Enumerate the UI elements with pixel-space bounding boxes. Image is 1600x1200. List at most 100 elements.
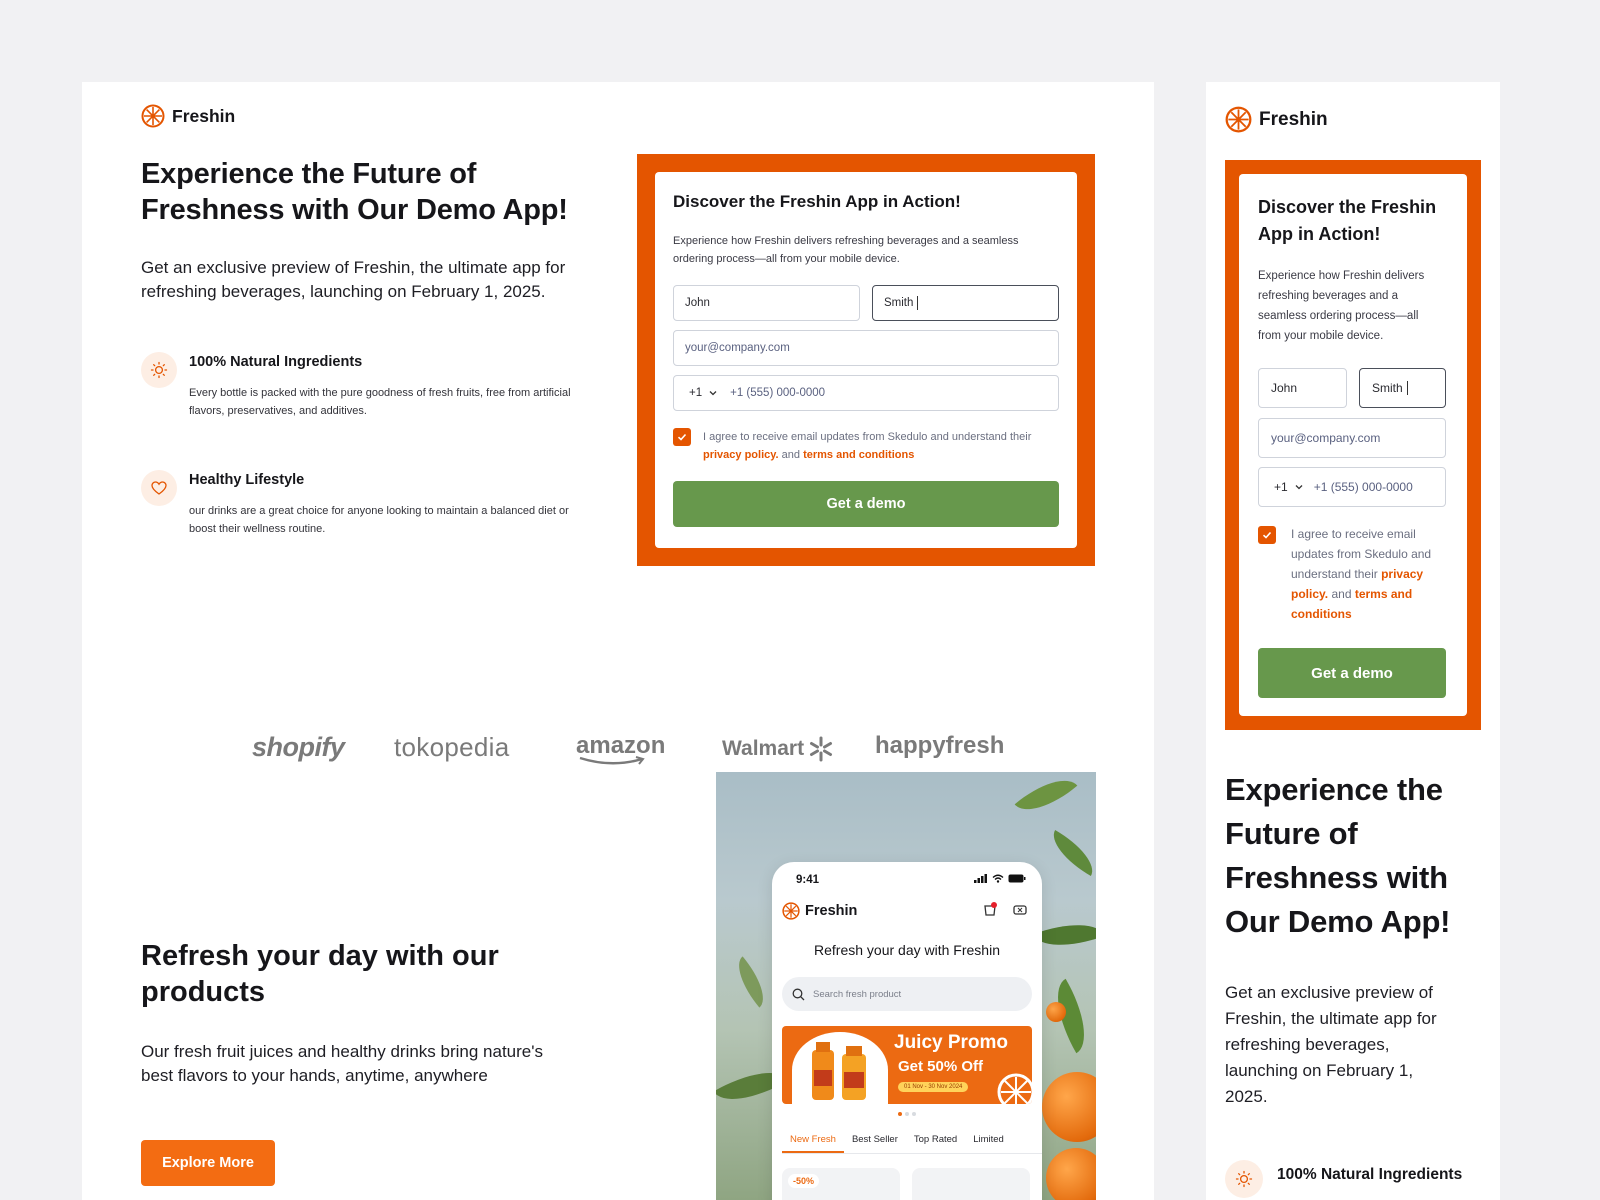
tab-limited[interactable]: Limited bbox=[965, 1130, 1012, 1153]
orange-fruit bbox=[1046, 1002, 1066, 1022]
consent-text: I agree to receive email updates from Sk… bbox=[703, 428, 1063, 464]
orange-slice-icon bbox=[141, 104, 165, 128]
status-icons bbox=[974, 874, 1026, 883]
feature-natural-ingredients: 100% Natural Ingredients Every bottle is… bbox=[141, 352, 611, 432]
hero-subtitle: Get an exclusive preview of Freshin, the… bbox=[1225, 980, 1485, 1110]
partner-logo-tokopedia: tokopedia bbox=[394, 732, 510, 762]
last-name-value: Smith bbox=[1372, 381, 1403, 395]
search-placeholder: Search fresh product bbox=[813, 988, 902, 1000]
feature-description-line: boost their wellness routine. bbox=[189, 523, 326, 535]
hero-subtitle-line: 2025. bbox=[1225, 1087, 1268, 1106]
first-name-field[interactable]: John bbox=[1258, 368, 1347, 408]
form-description-line: seamless ordering process—all bbox=[1258, 310, 1419, 322]
sun-icon bbox=[141, 352, 177, 388]
first-name-field[interactable]: John bbox=[673, 285, 860, 321]
first-name-value: John bbox=[1271, 381, 1298, 395]
phone-placeholder: +1 (555) 000-0000 bbox=[730, 387, 826, 399]
partner-logo-walmart: Walmart bbox=[722, 736, 834, 762]
promo-banner[interactable]: Juicy Promo Get 50% Off 01 Nov - 30 Nov … bbox=[782, 1026, 1032, 1104]
phone-search-input[interactable]: Search fresh product bbox=[782, 977, 1032, 1011]
text-caret bbox=[917, 296, 919, 310]
country-code-select[interactable]: +1 bbox=[689, 387, 718, 399]
phone-heading: Refresh your day with Freshin bbox=[814, 942, 1000, 958]
heart-icon bbox=[141, 470, 177, 506]
form-description: Experience how Freshin delivers refreshi… bbox=[1258, 266, 1458, 346]
phone-field[interactable]: +1 +1 (555) 000-0000 bbox=[1258, 467, 1446, 507]
explore-more-button[interactable]: Explore More bbox=[141, 1140, 275, 1186]
demo-form-frame: Discover the Freshin App in Action! Expe… bbox=[637, 154, 1095, 566]
phone-clock: 9:41 bbox=[796, 874, 820, 886]
demo-form-card: Discover the Freshin App in Action! Expe… bbox=[655, 172, 1077, 548]
search-icon bbox=[792, 988, 805, 1000]
brand-logo[interactable]: Freshin bbox=[141, 104, 235, 128]
first-name-value: John bbox=[685, 297, 710, 309]
leaf-shape bbox=[1033, 911, 1096, 959]
hero-subtitle-line: Get an exclusive preview of bbox=[1225, 983, 1433, 1002]
hero-title-line: Freshness with bbox=[1225, 860, 1448, 895]
hero-subtitle-line: Freshin, the ultimate app for bbox=[1225, 1009, 1437, 1028]
hero-subtitle-line: launching on February 1, bbox=[1225, 1061, 1414, 1080]
orange-fruit bbox=[1046, 1148, 1096, 1200]
tab-best-seller[interactable]: Best Seller bbox=[844, 1130, 906, 1153]
chevron-down-icon bbox=[709, 391, 717, 396]
last-name-field[interactable]: Smith bbox=[872, 285, 1059, 321]
privacy-policy-link[interactable]: privacy policy. bbox=[703, 449, 779, 461]
email-field[interactable]: your@company.com bbox=[673, 330, 1059, 366]
consent-line: I agree to receive email bbox=[1291, 527, 1416, 541]
juice-bottles-image bbox=[812, 1042, 866, 1100]
products-title-line: Refresh your day with our bbox=[141, 940, 499, 972]
feature-description-line: flavors, preservatives, and additives. bbox=[189, 405, 367, 417]
feature-title: 100% Natural Ingredients bbox=[189, 354, 363, 370]
last-name-field[interactable]: Smith bbox=[1359, 368, 1446, 408]
ticket-icon[interactable] bbox=[1012, 902, 1028, 918]
country-code-select[interactable]: +1 bbox=[1274, 480, 1304, 494]
terms-link[interactable]: terms and conditions bbox=[803, 449, 914, 461]
carousel-dots bbox=[772, 1112, 1042, 1116]
checkmark-icon bbox=[677, 433, 687, 441]
hero-title-line: Experience the bbox=[1225, 772, 1443, 807]
get-demo-button[interactable]: Get a demo bbox=[673, 481, 1059, 527]
demo-form-card: Discover the Freshin App in Action! Expe… bbox=[1239, 174, 1467, 716]
orange-slice-decoration bbox=[997, 1073, 1032, 1104]
amazon-wordmark: amazon bbox=[576, 732, 666, 759]
feature-description-line: our drinks are a great choice for anyone… bbox=[189, 505, 569, 517]
text-caret bbox=[1406, 381, 1408, 395]
product-card[interactable] bbox=[912, 1168, 1030, 1200]
email-field[interactable]: your@company.com bbox=[1258, 418, 1446, 458]
consent-label: understand their bbox=[1291, 567, 1378, 581]
tab-new-fresh[interactable]: New Fresh bbox=[782, 1130, 844, 1153]
product-card[interactable]: -50% bbox=[782, 1168, 900, 1200]
checkmark-icon bbox=[1262, 531, 1272, 539]
orange-slice-icon bbox=[782, 902, 800, 920]
mobile-landing-panel: Freshin Discover the Freshin App in Acti… bbox=[1206, 82, 1500, 1200]
app-preview-photo: 9:41 Freshin Refresh your day with Fresh… bbox=[716, 772, 1096, 1200]
phone-field[interactable]: +1 +1 (555) 000-0000 bbox=[673, 375, 1059, 411]
walmart-spark-icon bbox=[810, 736, 833, 762]
form-description-line: Experience how Freshin delivers bbox=[1258, 270, 1425, 282]
products-section-subtitle: Our fresh fruit juices and healthy drink… bbox=[141, 1040, 621, 1088]
form-description: Experience how Freshin delivers refreshi… bbox=[673, 232, 1063, 268]
brand-name: Freshin bbox=[172, 105, 236, 126]
partner-logo-happyfresh: happyfresh bbox=[875, 732, 1005, 759]
consent-line: updates from Skedulo and bbox=[1291, 547, 1432, 561]
products-title-line: products bbox=[141, 976, 266, 1008]
product-tabs: New Fresh Best Seller Top Rated Limited bbox=[782, 1130, 1042, 1154]
tab-top-rated[interactable]: Top Rated bbox=[906, 1130, 965, 1153]
phone-placeholder: +1 (555) 000-0000 bbox=[1313, 480, 1413, 494]
email-placeholder: your@company.com bbox=[685, 342, 790, 354]
chevron-down-icon bbox=[1295, 485, 1303, 490]
consent-checkbox[interactable] bbox=[1258, 526, 1276, 544]
promo-title: Juicy Promo bbox=[894, 1032, 1009, 1053]
consent-text: I agree to receive email updates from Sk… bbox=[1291, 524, 1451, 624]
orange-fruit bbox=[1042, 1072, 1096, 1142]
cart-icon[interactable] bbox=[982, 902, 998, 918]
wifi-icon bbox=[992, 874, 1004, 883]
brand-logo[interactable]: Freshin bbox=[1225, 106, 1328, 133]
feature-title: Healthy Lifestyle bbox=[189, 472, 305, 488]
country-code-value: +1 bbox=[1274, 480, 1288, 494]
get-demo-button[interactable]: Get a demo bbox=[1258, 648, 1446, 698]
consent-checkbox[interactable] bbox=[673, 428, 691, 446]
hero-title-line: Our Demo App! bbox=[1225, 904, 1451, 939]
brand-name: Freshin bbox=[1259, 108, 1328, 130]
feature-natural-ingredients: 100% Natural Ingredients bbox=[1225, 1160, 1495, 1200]
